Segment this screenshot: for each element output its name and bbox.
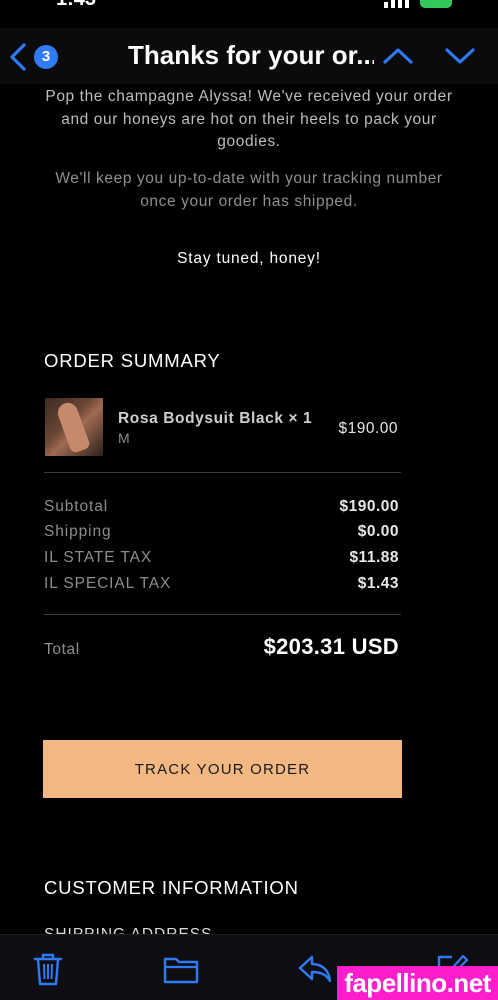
special-tax-label: IL SPECIAL TAX — [44, 575, 172, 592]
signal-icon — [384, 0, 410, 8]
track-order-button[interactable]: TRACK YOUR ORDER — [43, 740, 402, 798]
tagline: Stay tuned, honey! — [177, 250, 321, 267]
subtotal-value: $190.00 — [339, 498, 399, 515]
reply-icon[interactable] — [296, 951, 334, 987]
email-body[interactable]: Pop the champagne Alyssa! We've received… — [0, 84, 498, 934]
status-time: 1:43 — [56, 0, 96, 10]
folder-icon[interactable] — [162, 951, 200, 987]
email-subject-title: Thanks for your or... — [128, 40, 374, 70]
divider — [44, 614, 401, 615]
status-bar: 1:43 — [0, 0, 498, 10]
item-name: Rosa Bodysuit Black × 1 — [118, 410, 313, 427]
shipping-label: Shipping — [44, 523, 112, 540]
shipping-value: $0.00 — [357, 523, 399, 540]
status-indicators — [384, 0, 452, 8]
customer-information-heading: CUSTOMER INFORMATION — [44, 877, 299, 898]
back-button[interactable]: 3 — [8, 40, 68, 74]
chevron-up-icon[interactable] — [382, 42, 414, 70]
shipping-address-heading: SHIPPING ADDRESS — [44, 926, 212, 934]
tracking-message: We'll keep you up-to-date with your trac… — [55, 170, 443, 210]
product-thumbnail — [45, 398, 103, 456]
chevron-down-icon[interactable] — [444, 42, 476, 70]
state-tax-label: IL STATE TAX — [44, 549, 153, 566]
state-tax-value: $11.88 — [349, 549, 399, 566]
divider — [44, 472, 401, 473]
unread-count-badge: 3 — [34, 45, 58, 69]
trash-icon[interactable] — [30, 951, 66, 987]
item-price: $190.00 — [338, 420, 398, 437]
special-tax-value: $1.43 — [357, 575, 399, 592]
order-summary-heading: ORDER SUMMARY — [44, 350, 221, 371]
chevron-left-icon — [10, 43, 26, 71]
intro-message: Pop the champagne Alyssa! We've received… — [45, 88, 453, 150]
watermark: fapellino.net — [337, 966, 498, 1000]
item-variant: M — [118, 430, 130, 446]
total-value: $203.31 USD — [263, 634, 399, 659]
total-label: Total — [44, 641, 80, 658]
mail-nav-bar: 3 Thanks for your or... — [0, 28, 498, 84]
battery-icon — [420, 0, 452, 8]
subtotal-label: Subtotal — [44, 498, 109, 515]
